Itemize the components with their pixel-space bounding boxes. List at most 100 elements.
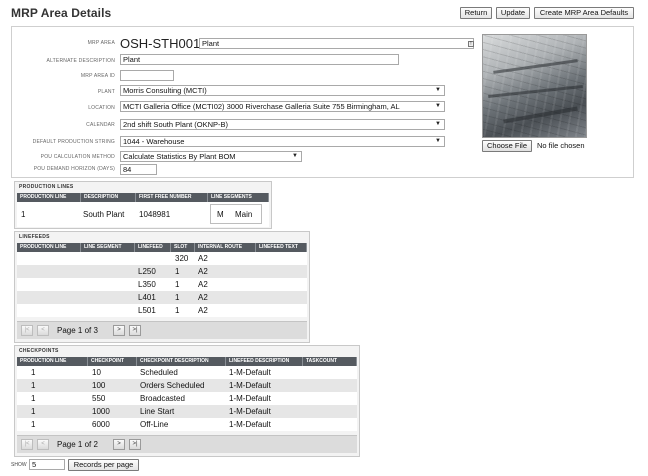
column-header[interactable]: CHECKPOINT DESCRIPTION [137,357,226,366]
column-header[interactable]: LINEFEED [135,243,171,252]
table-row[interactable]: 1 6000 Off-Line 1-M-Default [17,418,357,431]
route-cell: A2 [198,280,208,289]
first-page-icon[interactable]: |< [21,325,33,336]
table-row[interactable]: 320 A2 [17,252,307,265]
table-row[interactable]: 1 550 Broadcasted 1-M-Default [17,392,357,405]
next-page-icon[interactable]: > [113,325,125,336]
column-header[interactable]: INTERNAL ROUTE [195,243,256,252]
linefeed-description-cell: 1-M-Default [229,420,271,429]
prev-page-icon[interactable]: < [37,439,49,450]
table-row[interactable]: L501 1 A2 [17,304,307,317]
linefeed-cell: L401 [138,293,156,302]
segment-code-cell: M [217,210,224,219]
mrp-area-form: MRP AREA ALTERNATE DESCRIPTION MRP AREA … [11,26,634,178]
checkpoint-description-cell: Off-Line [140,420,169,429]
calendar-select[interactable]: 2nd shift South Plant (OKNP-B) ▼ [120,119,445,130]
route-cell: A2 [198,254,208,263]
mrp-area-id-input[interactable] [120,70,174,81]
mrp-area-label: MRP AREA [87,40,115,46]
checkpoint-description-cell: Orders Scheduled [140,381,205,390]
column-header[interactable]: CHECKPOINT [88,357,137,366]
table-row[interactable]: 1 100 Orders Scheduled 1-M-Default [17,379,357,392]
records-per-page-input[interactable]: 5 [29,459,65,470]
column-header[interactable]: FIRST FREE NUMBER [136,193,208,202]
linefeed-cell: L250 [138,267,156,276]
mrp-area-photo [482,34,587,138]
location-label: LOCATION [88,105,115,111]
update-button[interactable]: Update [496,7,530,19]
column-header[interactable]: DESCRIPTION [81,193,136,202]
create-mrp-area-defaults-button[interactable]: Create MRP Area Defaults [534,7,634,19]
table-row[interactable]: L350 1 A2 [17,278,307,291]
production-line-cell: 1 [31,368,36,377]
slot-cell: 320 [175,254,189,263]
column-header[interactable]: PRODUCTION LINE [17,243,81,252]
linefeeds-pager: |< < Page 1 of 3 > >| [17,321,307,339]
choose-file-button[interactable]: Choose File [482,140,533,152]
form-labels: MRP AREA ALTERNATE DESCRIPTION MRP AREA … [12,27,115,177]
mrp-area-description-input[interactable]: Plant [199,38,474,49]
prev-page-icon[interactable]: < [37,325,49,336]
lookup-icon[interactable]: ! [468,41,474,47]
pou-demand-horizon-input[interactable]: 84 [120,164,157,175]
checkpoint-description-cell: Line Start [140,407,175,416]
column-header[interactable]: PRODUCTION LINE [17,193,81,202]
table-row[interactable]: 1 South Plant 1048981 M Main [17,202,269,227]
slot-cell: 1 [175,293,180,302]
linefeeds-grid: LINEFEEDS PRODUCTION LINE LINE SEGMENT L… [14,231,310,343]
checkpoint-description-cell: Broadcasted [140,394,185,403]
last-page-icon[interactable]: >| [129,439,141,450]
production-lines-grid: PRODUCTION LINES PRODUCTION LINE DESCRIP… [14,181,272,229]
file-status-text: No file chosen [537,141,585,150]
page-indicator: Page 1 of 3 [57,326,98,335]
column-header[interactable]: SLOT [171,243,195,252]
first-page-icon[interactable]: |< [21,439,33,450]
linefeeds-title: LINEFEEDS [19,234,50,240]
records-per-page-button[interactable]: Records per page [68,459,139,471]
description-cell: South Plant [83,210,125,219]
default-production-string-value: 1044 - Warehouse [123,137,185,146]
alternate-description-input[interactable]: Plant [120,54,399,65]
page-indicator: Page 1 of 2 [57,440,98,449]
pou-demand-horizon-label: POU DEMAND HORIZON (DAYS) [33,166,115,172]
last-page-icon[interactable]: >| [129,325,141,336]
column-header[interactable]: LINE SEGMENTS [208,193,269,202]
route-cell: A2 [198,267,208,276]
return-button[interactable]: Return [460,7,492,19]
location-select[interactable]: MCTI Galleria Office (MCTI02) 3000 River… [120,101,445,112]
next-page-icon[interactable]: > [113,439,125,450]
production-lines-header: PRODUCTION LINE DESCRIPTION FIRST FREE N… [17,193,269,202]
slot-cell: 1 [175,267,180,276]
mrp-area-code: OSH-STH001 [120,36,201,51]
show-label: SHOW [11,462,27,468]
column-header[interactable]: PRODUCTION LINE [17,357,88,366]
first-free-number-cell: 1048981 [139,210,171,219]
table-row[interactable]: L401 1 A2 [17,291,307,304]
chevron-down-icon: ▼ [435,87,441,93]
default-production-string-label: DEFAULT PRODUCTION STRING [32,139,115,145]
production-line-cell: 1 [31,420,36,429]
production-line-cell: 1 [31,394,36,403]
checkpoints-title: CHECKPOINTS [19,348,59,354]
linefeeds-header: PRODUCTION LINE LINE SEGMENT LINEFEED SL… [17,243,307,252]
pou-calculation-method-select[interactable]: Calculate Statistics By Plant BOM ▼ [120,151,302,162]
checkpoints-grid: CHECKPOINTS PRODUCTION LINE CHECKPOINT C… [14,345,360,457]
production-line-cell: 1 [31,407,36,416]
table-row[interactable]: 1 1000 Line Start 1-M-Default [17,405,357,418]
plant-select-value: Morris Consulting (MCTI) [123,86,207,95]
table-row[interactable]: 1 10 Scheduled 1-M-Default [17,366,357,379]
mrp-area-id-label: MRP AREA ID [80,73,115,79]
column-header[interactable]: LINEFEED DESCRIPTION [226,357,303,366]
column-header[interactable]: LINEFEED TEXT [256,243,307,252]
route-cell: A2 [198,306,208,315]
table-row[interactable]: L250 1 A2 [17,265,307,278]
column-header[interactable]: TASKCOUNT [303,357,357,366]
linefeed-description-cell: 1-M-Default [229,407,271,416]
pou-calculation-method-value: Calculate Statistics By Plant BOM [123,152,236,161]
default-production-string-select[interactable]: 1044 - Warehouse ▼ [120,136,445,147]
route-cell: A2 [198,293,208,302]
plant-select[interactable]: Morris Consulting (MCTI) ▼ [120,85,445,96]
location-select-value: MCTI Galleria Office (MCTI02) 3000 River… [123,102,400,111]
column-header[interactable]: LINE SEGMENT [81,243,135,252]
segment-name-cell: Main [235,210,253,219]
